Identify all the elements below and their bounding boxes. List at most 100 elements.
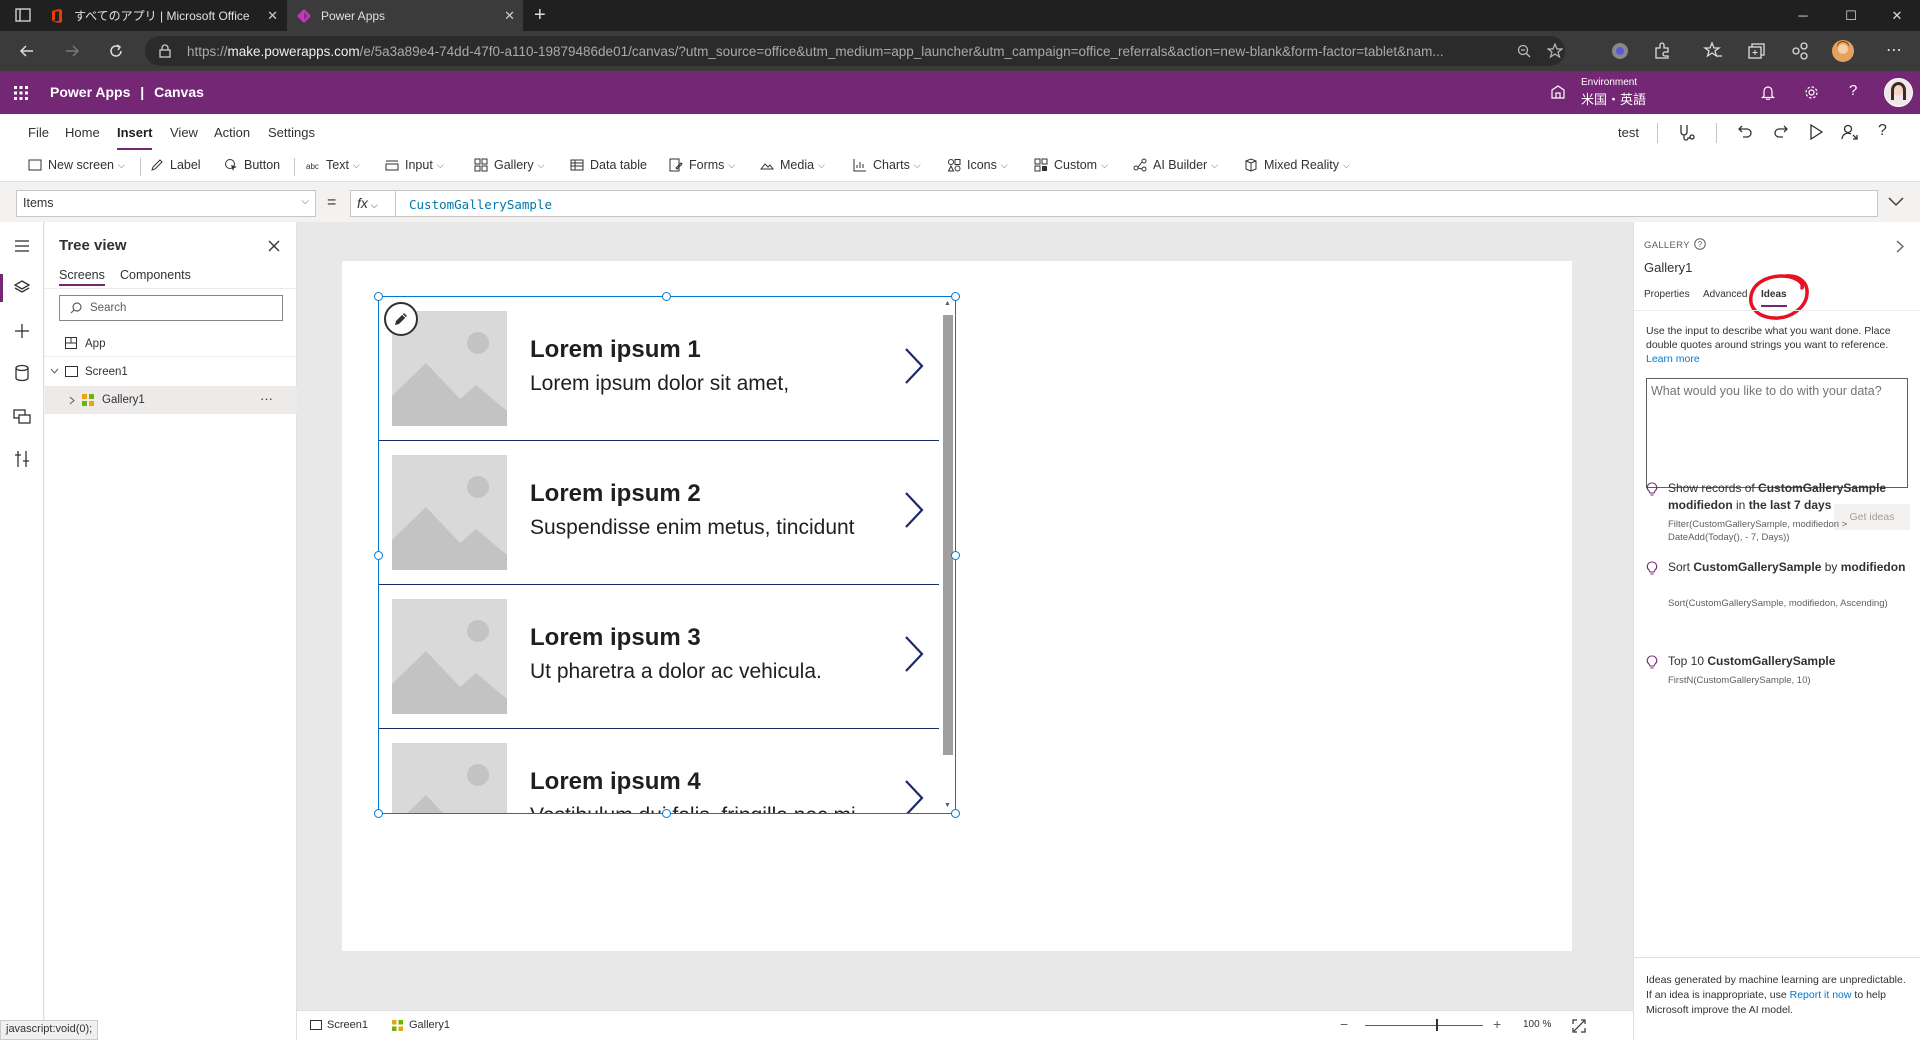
forward-icon[interactable] <box>60 39 84 63</box>
ideas-input[interactable] <box>1646 378 1908 488</box>
idea-text[interactable]: Sort CustomGallerySample by modifiedon <box>1668 559 1913 576</box>
data-table-button[interactable]: Data table <box>570 158 647 172</box>
url-field[interactable]: https://make.powerapps.com/e/5a3a89e4-74… <box>145 36 1565 66</box>
profile-extension-icon[interactable] <box>1610 41 1630 61</box>
breadcrumb-gallery1[interactable]: Gallery1 <box>392 1019 450 1031</box>
zoom-in-button[interactable]: + <box>1493 1016 1501 1032</box>
resize-handle[interactable] <box>951 292 960 301</box>
tab-properties[interactable]: Properties <box>1644 289 1690 300</box>
resize-handle[interactable] <box>374 292 383 301</box>
minimize-button[interactable]: ─ <box>1780 0 1826 31</box>
menu-settings[interactable]: Settings <box>268 125 315 140</box>
resize-handle[interactable] <box>951 809 960 818</box>
favorites-icon[interactable] <box>1703 41 1723 61</box>
refresh-icon[interactable] <box>104 39 128 63</box>
new-screen-button[interactable]: New screen ⌵ <box>28 158 125 172</box>
tab-advanced[interactable]: Advanced <box>1703 289 1747 300</box>
collections-icon[interactable] <box>1747 41 1767 61</box>
redo-icon[interactable] <box>1773 124 1789 140</box>
share-user-icon[interactable] <box>1841 124 1858 141</box>
gallery-dropdown[interactable]: Gallery ⌵ <box>474 158 544 172</box>
menu-insert[interactable]: Insert <box>117 125 153 150</box>
chevron-right-icon[interactable] <box>903 779 925 814</box>
report-it-link[interactable]: Report it now <box>1790 989 1852 1001</box>
zoom-slider-thumb[interactable] <box>1436 1019 1438 1031</box>
close-tab-icon[interactable]: ✕ <box>504 8 515 24</box>
gallery-item[interactable]: Lorem ipsum 2 Suspendisse enim metus, tin… <box>379 441 939 585</box>
back-icon[interactable] <box>15 39 39 63</box>
notifications-icon[interactable] <box>1761 85 1775 100</box>
tree-search-input[interactable]: Search <box>59 295 283 321</box>
tree-node-app[interactable]: App <box>45 330 297 358</box>
favorite-star-icon[interactable] <box>1547 43 1563 59</box>
mixed-reality-dropdown[interactable]: Mixed Reality ⌵ <box>1244 158 1350 172</box>
screen1-canvas[interactable]: Lorem ipsum 1 Lorem ipsum dolor sit amet,… <box>342 261 1572 951</box>
media-dropdown[interactable]: Media ⌵ <box>760 158 825 172</box>
learn-more-link[interactable]: Learn more <box>1646 353 1700 365</box>
resize-handle[interactable] <box>662 292 671 301</box>
gallery-item[interactable]: Lorem ipsum 1 Lorem ipsum dolor sit amet, <box>379 297 939 441</box>
breadcrumb-screen1[interactable]: Screen1 <box>310 1019 368 1031</box>
close-icon[interactable] <box>268 240 280 252</box>
more-options-icon[interactable]: ··· <box>260 391 273 406</box>
hamburger-menu-icon[interactable] <box>12 236 32 256</box>
expand-formula-icon[interactable] <box>1888 197 1904 207</box>
edit-gallery-template-button[interactable] <box>384 302 418 336</box>
share-icon[interactable] <box>1790 41 1810 61</box>
idea-text[interactable]: Top 10 CustomGallerySample <box>1668 653 1913 670</box>
app-launcher-icon[interactable] <box>14 86 28 100</box>
product-name[interactable]: Power Apps <box>50 84 130 100</box>
scroll-down-icon[interactable]: ▼ <box>944 802 951 809</box>
preview-play-icon[interactable] <box>1809 124 1823 140</box>
browser-menu-icon[interactable]: ⋯ <box>1886 40 1902 60</box>
gallery-item-image[interactable] <box>392 599 507 714</box>
gallery-item[interactable]: Lorem ipsum 4 Vestibulum dui felis, fring… <box>379 729 939 814</box>
formula-input[interactable]: fx ⌵ CustomGallerySample <box>350 190 1878 217</box>
menu-view[interactable]: View <box>170 125 198 140</box>
chevron-right-icon[interactable] <box>69 396 75 405</box>
gallery1-control[interactable]: Lorem ipsum 1 Lorem ipsum dolor sit amet,… <box>378 296 956 814</box>
button-button[interactable]: Button <box>224 158 280 172</box>
settings-gear-icon[interactable] <box>1804 85 1819 100</box>
help-icon[interactable]: ? <box>1849 82 1857 99</box>
app-checker-icon[interactable] <box>1678 123 1696 141</box>
tree-view-layers-icon[interactable] <box>12 278 32 298</box>
resize-handle[interactable] <box>662 809 671 818</box>
text-dropdown[interactable]: abc Text ⌵ <box>306 158 360 172</box>
close-tab-icon[interactable]: ✕ <box>267 8 278 24</box>
zoom-slider[interactable] <box>1365 1025 1483 1026</box>
tab-office[interactable]: すべてのアプリ | Microsoft Office ✕ <box>40 0 286 31</box>
tab-powerapps[interactable]: Power Apps ✕ <box>287 0 523 31</box>
maximize-button[interactable]: ☐ <box>1828 0 1874 31</box>
help-question-icon[interactable]: ? <box>1878 122 1887 140</box>
fx-button[interactable]: fx ⌵ <box>357 195 378 211</box>
zoom-out-button[interactable]: − <box>1340 1016 1348 1032</box>
ai-builder-dropdown[interactable]: AI Builder ⌵ <box>1133 158 1218 172</box>
menu-home[interactable]: Home <box>65 125 100 140</box>
zoom-icon[interactable] <box>1517 44 1531 58</box>
custom-dropdown[interactable]: Custom ⌵ <box>1034 158 1108 172</box>
tree-node-gallery1[interactable]: Gallery1 ··· <box>45 386 297 414</box>
chevron-right-icon[interactable] <box>903 635 925 673</box>
extensions-icon[interactable] <box>1652 41 1672 61</box>
gallery-item[interactable]: Lorem ipsum 3 Ut pharetra a dolor ac vehi… <box>379 585 939 729</box>
media-library-icon[interactable] <box>12 406 32 426</box>
chevron-down-icon[interactable] <box>50 368 59 374</box>
input-dropdown[interactable]: Input ⌵ <box>385 158 444 172</box>
close-window-button[interactable]: ✕ <box>1874 0 1920 31</box>
tree-node-screen1[interactable]: Screen1 <box>45 358 297 386</box>
app-name-label[interactable]: test <box>1618 125 1639 140</box>
property-selector[interactable]: Items ⌵ <box>16 190 316 217</box>
data-cylinder-icon[interactable] <box>12 363 32 383</box>
charts-dropdown[interactable]: Charts ⌵ <box>853 158 921 172</box>
advanced-tools-icon[interactable] <box>12 449 32 469</box>
icons-dropdown[interactable]: Icons ⌵ <box>947 158 1008 172</box>
fit-to-window-icon[interactable] <box>1572 1019 1586 1033</box>
forms-dropdown[interactable]: Forms ⌵ <box>669 158 735 172</box>
menu-action[interactable]: Action <box>214 125 250 140</box>
insert-plus-icon[interactable] <box>12 321 32 341</box>
collapse-panel-icon[interactable] <box>1896 240 1904 253</box>
tab-components[interactable]: Components <box>120 268 191 282</box>
tab-screens[interactable]: Screens <box>59 268 105 286</box>
menu-file[interactable]: File <box>28 125 49 140</box>
